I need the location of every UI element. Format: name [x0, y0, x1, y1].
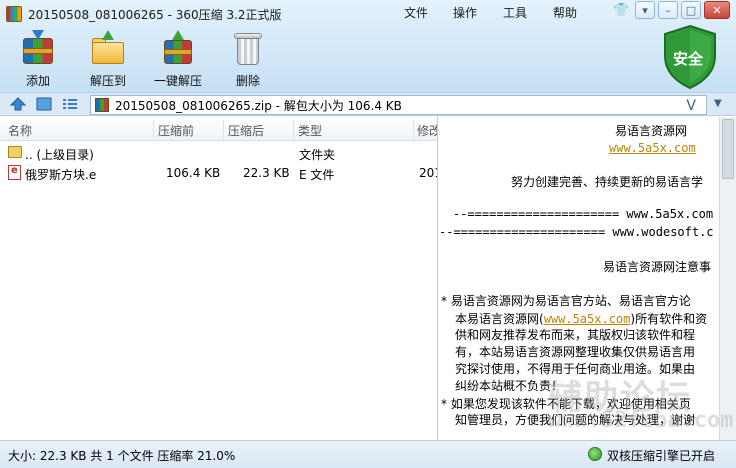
menu-operate[interactable]: 操作: [453, 4, 477, 21]
engine-status-icon: [588, 447, 602, 461]
preview-link[interactable]: www.5a5x.com: [609, 141, 696, 155]
trash-icon: [230, 30, 266, 66]
skin-icon[interactable]: 👕: [613, 3, 629, 18]
preview-line: 易语言资源网注意事: [603, 260, 712, 274]
delete-label: 删除: [235, 74, 260, 88]
preview-scrollbar[interactable]: [719, 117, 736, 440]
scrollbar-thumb[interactable]: [722, 119, 734, 179]
security-shield-button[interactable]: 安全: [661, 24, 719, 90]
preview-line: 有，本站易语言资源网整理收集仅供易语言用: [455, 345, 696, 359]
chevron-down-icon[interactable]: V: [686, 98, 696, 114]
address-path: 20150508_081006265.zip - 解包大小为 106.4 KB: [115, 98, 402, 113]
app-icon: [6, 6, 22, 22]
preview-line: 努力创建完善、持续更新的易语言学: [511, 175, 704, 189]
address-row: 20150508_081006265.zip - 解包大小为 106.4 KB …: [0, 92, 736, 116]
preview-line: 本易语言资源网(www.5a5x.com)所有软件和资: [455, 312, 708, 326]
address-field[interactable]: 20150508_081006265.zip - 解包大小为 106.4 KB …: [90, 95, 707, 115]
add-button[interactable]: 添加: [6, 30, 70, 89]
column-modified[interactable]: 修改: [417, 122, 437, 139]
file-type: E 文件: [299, 168, 335, 182]
column-type[interactable]: 类型: [298, 122, 322, 139]
preview-line: 纠纷本站概不负责！: [455, 379, 564, 393]
status-bar: 大小: 22.3 KB 共 1 个文件 压缩率 21.0% 双核压缩引擎已开启: [0, 440, 736, 468]
add-label: 添加: [25, 74, 50, 88]
preview-line: 供和网友推荐发布而来，其版权归该软件和程: [455, 328, 696, 342]
add-icon: [20, 30, 56, 66]
close-button[interactable]: ✕: [704, 1, 730, 19]
list-item[interactable]: .. (上级目录) 文件夹: [0, 143, 437, 163]
menu-dropdown-button[interactable]: ▾: [635, 1, 655, 19]
folder-icon: [8, 146, 22, 158]
e-file-icon: [8, 165, 21, 180]
file-modified: 201: [419, 166, 437, 180]
file-size-after: 22.3 KB: [243, 166, 290, 180]
delete-button[interactable]: 删除: [216, 30, 280, 89]
menu-tools[interactable]: 工具: [503, 4, 527, 21]
status-summary: 大小: 22.3 KB 共 1 个文件 压缩率 21.0%: [8, 449, 236, 463]
column-name[interactable]: 名称: [8, 122, 32, 139]
list-view-icon[interactable]: [62, 97, 78, 111]
file-list-header: 名称 压缩前 压缩后 类型 修改: [0, 117, 437, 141]
file-name: .. (上级目录): [25, 148, 94, 162]
thumbnail-view-icon[interactable]: [36, 97, 52, 111]
preview-line: --===================== www.5a5x.com: [453, 207, 714, 221]
one-click-extract-button[interactable]: 一键解压: [146, 30, 210, 89]
menu-bar: 文件 操作 工具 帮助: [404, 4, 577, 21]
window-title: 20150508_081006265 - 360压缩 3.2正式版: [28, 7, 282, 22]
up-arrow-icon[interactable]: [10, 97, 26, 111]
security-label: 安全: [673, 50, 704, 68]
title-toolbar-area: 20150508_081006265 - 360压缩 3.2正式版 文件 操作 …: [0, 0, 736, 92]
minimize-button[interactable]: –: [658, 1, 678, 19]
preview-line: * 易语言资源网为易语言官方站、易语言官方论: [441, 294, 691, 308]
maximize-button[interactable]: □: [681, 1, 701, 19]
list-item[interactable]: 俄罗斯方块.e 106.4 KB 22.3 KB E 文件 201: [0, 163, 437, 183]
one-click-extract-icon: [160, 30, 196, 66]
one-click-extract-label: 一键解压: [153, 74, 202, 88]
file-list: 名称 压缩前 压缩后 类型 修改 .. (上级目录) 文件夹 俄罗斯方块.e 1…: [0, 117, 438, 440]
file-name: 俄罗斯方块.e: [25, 168, 97, 182]
preview-line: --===================== www.wodesoft.c: [439, 225, 714, 239]
engine-status-text[interactable]: 双核压缩引擎已开启: [607, 447, 715, 464]
column-after[interactable]: 压缩后: [228, 122, 264, 139]
column-before[interactable]: 压缩前: [158, 122, 194, 139]
title-bar: 20150508_081006265 - 360压缩 3.2正式版: [6, 2, 282, 26]
caret-down-icon[interactable]: ▼: [714, 98, 722, 109]
extract-label: 解压到: [89, 74, 126, 88]
zip-icon: [95, 98, 109, 112]
extract-folder-icon: [90, 30, 126, 66]
preview-link[interactable]: www.5a5x.com: [544, 312, 631, 326]
file-type: 文件夹: [299, 148, 336, 162]
extract-button[interactable]: 解压到: [76, 30, 140, 89]
menu-file[interactable]: 文件: [404, 4, 428, 21]
file-size-before: 106.4 KB: [166, 166, 221, 180]
menu-help[interactable]: 帮助: [553, 4, 577, 21]
watermark-url: www.52fzba.com: [548, 408, 734, 433]
preview-line: 易语言资源网: [615, 124, 688, 138]
window-controls: ▾ – □ ✕: [635, 1, 730, 19]
